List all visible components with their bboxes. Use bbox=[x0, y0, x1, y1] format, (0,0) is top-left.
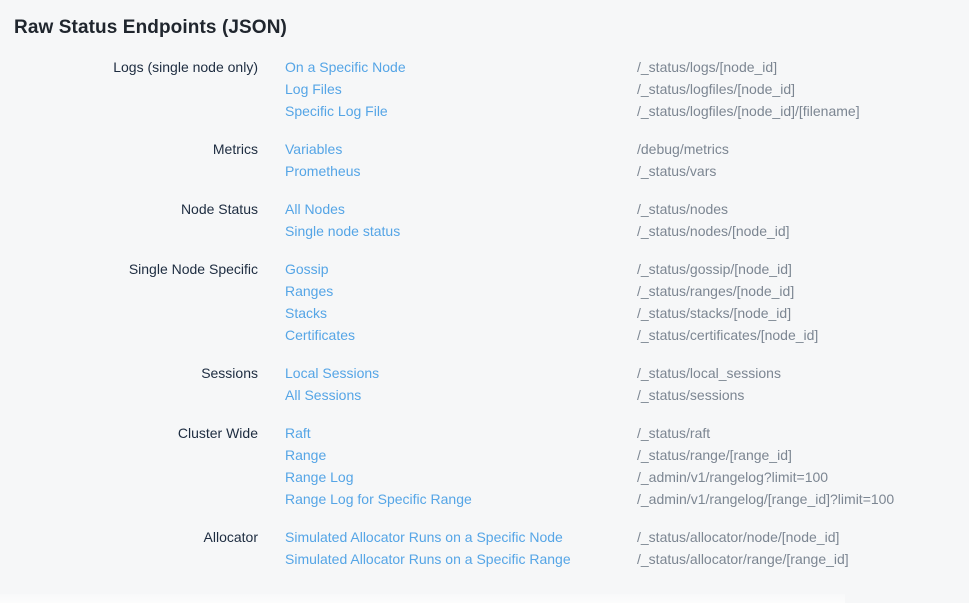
endpoint-link[interactable]: Prometheus bbox=[285, 160, 610, 182]
endpoint-link[interactable]: All Sessions bbox=[285, 384, 610, 406]
endpoint-path: /_status/gossip/[node_id] bbox=[637, 258, 792, 280]
endpoint-row: Prometheus /_status/vars bbox=[285, 160, 969, 182]
endpoint-section: Single Node Specific Gossip /_status/gos… bbox=[14, 258, 969, 346]
endpoint-path: /debug/metrics bbox=[637, 138, 729, 160]
endpoint-path: /_admin/v1/rangelog/[range_id]?limit=100 bbox=[637, 488, 894, 510]
endpoint-rows: Simulated Allocator Runs on a Specific N… bbox=[285, 526, 969, 570]
endpoint-row: Range /_status/range/[range_id] bbox=[285, 444, 969, 466]
endpoint-rows: Variables /debug/metrics Prometheus /_st… bbox=[285, 138, 969, 182]
endpoint-row: Variables /debug/metrics bbox=[285, 138, 969, 160]
category-label: Sessions bbox=[14, 362, 258, 384]
endpoint-path: /_status/certificates/[node_id] bbox=[637, 324, 818, 346]
endpoint-path: /_admin/v1/rangelog?limit=100 bbox=[637, 466, 828, 488]
endpoint-row: Log Files /_status/logfiles/[node_id] bbox=[285, 78, 969, 100]
endpoint-path: /_status/nodes bbox=[637, 198, 728, 220]
endpoint-row: Gossip /_status/gossip/[node_id] bbox=[285, 258, 969, 280]
endpoint-path: /_status/allocator/range/[range_id] bbox=[637, 548, 849, 570]
endpoint-link[interactable]: Ranges bbox=[285, 280, 610, 302]
endpoint-link[interactable]: All Nodes bbox=[285, 198, 610, 220]
page-title: Raw Status Endpoints (JSON) bbox=[14, 13, 969, 42]
endpoint-row: Stacks /_status/stacks/[node_id] bbox=[285, 302, 969, 324]
category-label: Logs (single node only) bbox=[14, 56, 258, 78]
category-label: Metrics bbox=[14, 138, 258, 160]
endpoint-path: /_status/ranges/[node_id] bbox=[637, 280, 794, 302]
endpoint-path: /_status/raft bbox=[637, 422, 710, 444]
category-label: Allocator bbox=[14, 526, 258, 548]
endpoint-link[interactable]: Range bbox=[285, 444, 610, 466]
endpoint-path: /_status/range/[range_id] bbox=[637, 444, 792, 466]
endpoint-rows: Gossip /_status/gossip/[node_id] Ranges … bbox=[285, 258, 969, 346]
endpoint-row: Range Log /_admin/v1/rangelog?limit=100 bbox=[285, 466, 969, 488]
endpoint-row: On a Specific Node /_status/logs/[node_i… bbox=[285, 56, 969, 78]
endpoint-row: Simulated Allocator Runs on a Specific R… bbox=[285, 548, 969, 570]
endpoint-section: Logs (single node only) On a Specific No… bbox=[14, 56, 969, 122]
endpoint-link[interactable]: Local Sessions bbox=[285, 362, 610, 384]
endpoint-link[interactable]: Range Log for Specific Range bbox=[285, 488, 610, 510]
endpoint-path: /_status/local_sessions bbox=[637, 362, 781, 384]
endpoint-row: Local Sessions /_status/local_sessions bbox=[285, 362, 969, 384]
category-label: Single Node Specific bbox=[14, 258, 258, 280]
endpoint-section: Allocator Simulated Allocator Runs on a … bbox=[14, 526, 969, 570]
endpoint-link[interactable]: Single node status bbox=[285, 220, 610, 242]
endpoint-section: Sessions Local Sessions /_status/local_s… bbox=[14, 362, 969, 406]
endpoint-path: /_status/stacks/[node_id] bbox=[637, 302, 791, 324]
endpoint-row: Certificates /_status/certificates/[node… bbox=[285, 324, 969, 346]
endpoint-table: Logs (single node only) On a Specific No… bbox=[14, 56, 969, 570]
endpoint-link[interactable]: Simulated Allocator Runs on a Specific R… bbox=[285, 548, 610, 570]
category-label: Cluster Wide bbox=[14, 422, 258, 444]
bottom-edge-highlight bbox=[0, 594, 845, 603]
endpoint-path: /_status/logs/[node_id] bbox=[637, 56, 777, 78]
endpoint-link[interactable]: Simulated Allocator Runs on a Specific N… bbox=[285, 526, 610, 548]
endpoint-link[interactable]: Variables bbox=[285, 138, 610, 160]
endpoint-section: Metrics Variables /debug/metrics Prometh… bbox=[14, 138, 969, 182]
endpoint-rows: Local Sessions /_status/local_sessions A… bbox=[285, 362, 969, 406]
endpoint-row: All Nodes /_status/nodes bbox=[285, 198, 969, 220]
endpoint-path: /_status/vars bbox=[637, 160, 716, 182]
endpoint-row: Range Log for Specific Range /_admin/v1/… bbox=[285, 488, 969, 510]
endpoint-path: /_status/allocator/node/[node_id] bbox=[637, 526, 839, 548]
endpoint-link[interactable]: On a Specific Node bbox=[285, 56, 610, 78]
endpoint-path: /_status/sessions bbox=[637, 384, 744, 406]
endpoint-path: /_status/logfiles/[node_id]/[filename] bbox=[637, 100, 860, 122]
endpoint-section: Cluster Wide Raft /_status/raft Range /_… bbox=[14, 422, 969, 510]
endpoint-section: Node Status All Nodes /_status/nodes Sin… bbox=[14, 198, 969, 242]
endpoint-rows: All Nodes /_status/nodes Single node sta… bbox=[285, 198, 969, 242]
endpoint-link[interactable]: Gossip bbox=[285, 258, 610, 280]
endpoint-link[interactable]: Stacks bbox=[285, 302, 610, 324]
endpoint-row: Specific Log File /_status/logfiles/[nod… bbox=[285, 100, 969, 122]
endpoint-path: /_status/nodes/[node_id] bbox=[637, 220, 790, 242]
endpoint-link[interactable]: Certificates bbox=[285, 324, 610, 346]
endpoint-row: All Sessions /_status/sessions bbox=[285, 384, 969, 406]
endpoint-row: Raft /_status/raft bbox=[285, 422, 969, 444]
endpoint-rows: Raft /_status/raft Range /_status/range/… bbox=[285, 422, 969, 510]
endpoint-row: Simulated Allocator Runs on a Specific N… bbox=[285, 526, 969, 548]
endpoint-rows: On a Specific Node /_status/logs/[node_i… bbox=[285, 56, 969, 122]
raw-status-endpoints-page: Raw Status Endpoints (JSON) Logs (single… bbox=[0, 0, 969, 603]
endpoint-link[interactable]: Range Log bbox=[285, 466, 610, 488]
endpoint-path: /_status/logfiles/[node_id] bbox=[637, 78, 795, 100]
endpoint-row: Ranges /_status/ranges/[node_id] bbox=[285, 280, 969, 302]
endpoint-link[interactable]: Log Files bbox=[285, 78, 610, 100]
endpoint-link[interactable]: Specific Log File bbox=[285, 100, 610, 122]
endpoint-link[interactable]: Raft bbox=[285, 422, 610, 444]
category-label: Node Status bbox=[14, 198, 258, 220]
endpoint-row: Single node status /_status/nodes/[node_… bbox=[285, 220, 969, 242]
